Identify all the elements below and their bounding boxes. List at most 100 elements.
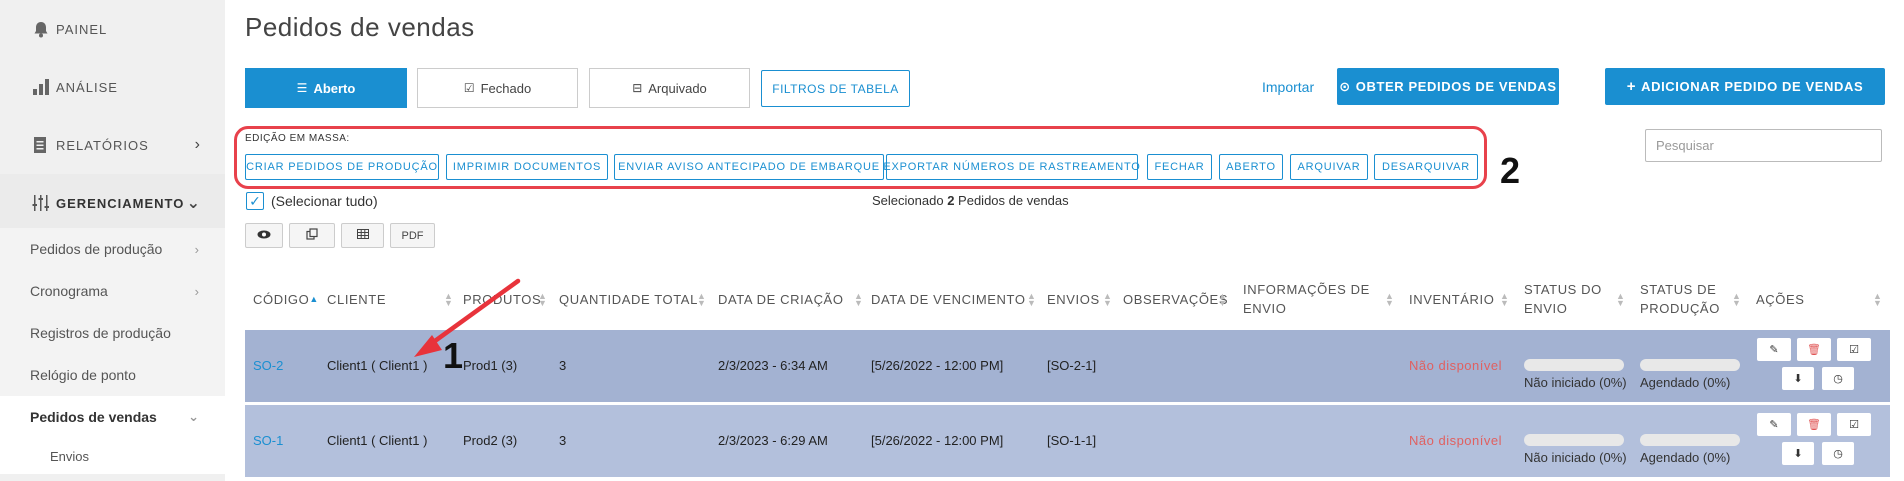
table-row[interactable]: SO-1 Client1 ( Client1 ) Prod2 (3) 3 2/3… <box>245 405 1890 477</box>
header-codigo[interactable]: CÓDIGO▲ <box>253 290 319 309</box>
close-order-button[interactable]: ☑ <box>1837 338 1871 361</box>
search-input[interactable] <box>1645 129 1882 162</box>
quantity-cell: 3 <box>559 358 567 373</box>
download-icon: ⬇ <box>1793 373 1803 385</box>
download-button[interactable]: ⬇ <box>1782 442 1814 465</box>
nav-relatorios[interactable]: RELATÓRIOS › <box>0 116 225 174</box>
tab-arquivado-label: Arquivado <box>648 80 707 96</box>
history-button[interactable]: ◷ <box>1822 442 1854 465</box>
plus-icon: + <box>1626 78 1637 95</box>
shipping-status-text: Não iniciado (0%) <box>1524 375 1627 390</box>
annotation-highlight-box <box>234 126 1487 189</box>
nav-relatorios-label: RELATÓRIOS <box>56 137 149 153</box>
close-order-button[interactable]: ☑ <box>1837 413 1871 436</box>
header-codigo-label: CÓDIGO <box>253 292 310 307</box>
table-row[interactable]: SO-2 Client1 ( Client1 ) Prod1 (3) 3 2/3… <box>245 330 1890 402</box>
tab-arquivado[interactable]: ⊟ Arquivado <box>589 68 750 108</box>
sort-icon[interactable]: ▲ ▼ <box>1616 292 1625 308</box>
nav-painel-label: PAINEL <box>56 21 108 37</box>
sidebar-item-label: Cronograma <box>30 283 108 299</box>
nav-analise-label: ANÁLISE <box>56 79 118 95</box>
inventory-status: Não disponível <box>1409 358 1502 373</box>
sort-icon[interactable]: ▲ ▼ <box>1732 292 1741 308</box>
sidebar-item-pedidos-vendas[interactable]: Pedidos de vendas ⌄ <box>0 396 225 438</box>
shipping-status-text: Não iniciado (0%) <box>1524 450 1627 465</box>
sidebar-item-envios[interactable]: Envios <box>0 438 225 474</box>
sidebar-item-relogio-ponto[interactable]: Relógio de ponto <box>0 354 225 396</box>
get-sales-orders-button[interactable]: ⊙ OBTER PEDIDOS DE VENDAS <box>1337 68 1559 105</box>
history-button[interactable]: ◷ <box>1822 367 1854 390</box>
add-sales-order-button[interactable]: + ADICIONAR PEDIDO DE VENDAS <box>1605 68 1885 105</box>
header-envios[interactable]: ENVIOS <box>1047 290 1100 309</box>
view-button[interactable] <box>245 223 283 248</box>
header-info-envio[interactable]: INFORMAÇÕES DE ENVIO <box>1243 280 1370 318</box>
sort-icon[interactable]: ▲ ▼ <box>538 292 547 308</box>
edit-button[interactable]: ✎ <box>1757 338 1791 361</box>
sidebar-item-label: Pedidos de vendas <box>30 409 157 425</box>
download-button[interactable]: ⬇ <box>1782 367 1814 390</box>
sidebar-item-label: Registros de produção <box>30 325 171 341</box>
select-all-checkbox[interactable]: ✓ <box>246 192 264 210</box>
sort-icon[interactable]: ▲ ▼ <box>1218 292 1227 308</box>
sidebar-item-cronograma[interactable]: Cronograma › <box>0 270 225 312</box>
delete-button[interactable]: 🗑 <box>1797 338 1831 361</box>
shipments-cell: [SO-1-1] <box>1047 433 1097 448</box>
nav-gerenciamento[interactable]: GERENCIAMENTO ⌄ <box>0 174 225 232</box>
check-icon: ☑ <box>1849 344 1859 356</box>
sort-icon[interactable]: ▲ ▼ <box>1873 292 1882 308</box>
sort-icon[interactable]: ▲ ▼ <box>1500 292 1509 308</box>
delete-button[interactable]: 🗑 <box>1797 413 1831 436</box>
nav-analise[interactable]: ANÁLISE <box>0 58 225 116</box>
sort-icon[interactable]: ▲ ▼ <box>1385 292 1394 308</box>
app: PAINEL ANÁLISE RELATÓRIOS › GERENCIAMENT… <box>0 0 1904 481</box>
quantity-cell: 3 <box>559 433 567 448</box>
sort-icon[interactable]: ▲ ▼ <box>697 292 706 308</box>
sidebar-item-registros-producao[interactable]: Registros de produção <box>0 312 225 354</box>
header-quantidade[interactable]: QUANTIDADE TOTAL <box>559 290 698 309</box>
due-date-cell: [5/26/2022 - 12:00 PM] <box>871 358 1004 373</box>
table-filters-button[interactable]: FILTROS DE TABELA <box>761 70 910 107</box>
header-inventario[interactable]: INVENTÁRIO <box>1409 290 1494 309</box>
export-table-button[interactable] <box>341 223 384 248</box>
copy-icon <box>306 228 318 243</box>
sort-icon[interactable]: ▲ ▼ <box>854 292 863 308</box>
import-link[interactable]: Importar <box>1262 79 1314 95</box>
order-code-link[interactable]: SO-1 <box>253 433 283 448</box>
sidebar-item-pedidos-producao[interactable]: Pedidos de produção › <box>0 228 225 270</box>
header-observacoes[interactable]: OBSERVAÇÕES <box>1123 290 1228 309</box>
sidebar-item-label: Envios <box>50 448 90 464</box>
nav-painel[interactable]: PAINEL <box>0 0 225 58</box>
sort-icon[interactable]: ▲ ▼ <box>1027 292 1036 308</box>
header-vencimento[interactable]: DATA DE VENCIMENTO <box>871 290 1026 309</box>
chevron-down-icon: ⌄ <box>188 409 199 424</box>
header-acoes: AÇÕES <box>1756 292 1805 307</box>
selection-prefix: Selecionado <box>872 193 944 208</box>
products-cell: Prod1 (3) <box>463 358 518 373</box>
annotation-label-2: 2 <box>1500 150 1521 191</box>
products-cell: Prod2 (3) <box>463 433 518 448</box>
sort-icon[interactable]: ▲ ▼ <box>444 292 453 308</box>
edit-button[interactable]: ✎ <box>1757 413 1791 436</box>
header-cliente[interactable]: CLIENTE <box>327 290 386 309</box>
pdf-button[interactable]: PDF <box>390 223 435 248</box>
order-code-link[interactable]: SO-2 <box>253 358 283 373</box>
header-status-producao[interactable]: STATUS DE PRODUÇÃO <box>1640 280 1720 318</box>
tab-fechado[interactable]: ☑ Fechado <box>417 68 578 108</box>
selection-info: Selecionado 2 Pedidos de vendas <box>872 193 1069 208</box>
trash-icon: 🗑 <box>1807 344 1821 356</box>
production-status-text: Agendado (0%) <box>1640 375 1731 390</box>
header-criacao[interactable]: DATA DE CRIAÇÃO <box>718 290 844 309</box>
selection-suffix: Pedidos de vendas <box>958 193 1069 208</box>
copy-button[interactable] <box>289 223 335 248</box>
sidebar-item-label: Relógio de ponto <box>30 367 136 383</box>
nav-gerenciamento-label: GERENCIAMENTO <box>56 195 185 211</box>
get-sales-orders-label: OBTER PEDIDOS DE VENDAS <box>1355 79 1557 94</box>
bell-icon <box>30 18 52 40</box>
header-produtos[interactable]: PRODUTOS <box>463 290 541 309</box>
header-status-envio[interactable]: STATUS DO ENVIO <box>1524 280 1602 318</box>
header-info-envio-line2: ENVIO <box>1243 301 1287 316</box>
tab-aberto[interactable]: ☰ Aberto <box>245 68 407 108</box>
sort-icon[interactable]: ▲ ▼ <box>1103 292 1112 308</box>
edit-icon: ✎ <box>1769 419 1779 431</box>
check-square-icon: ☑ <box>463 81 475 95</box>
